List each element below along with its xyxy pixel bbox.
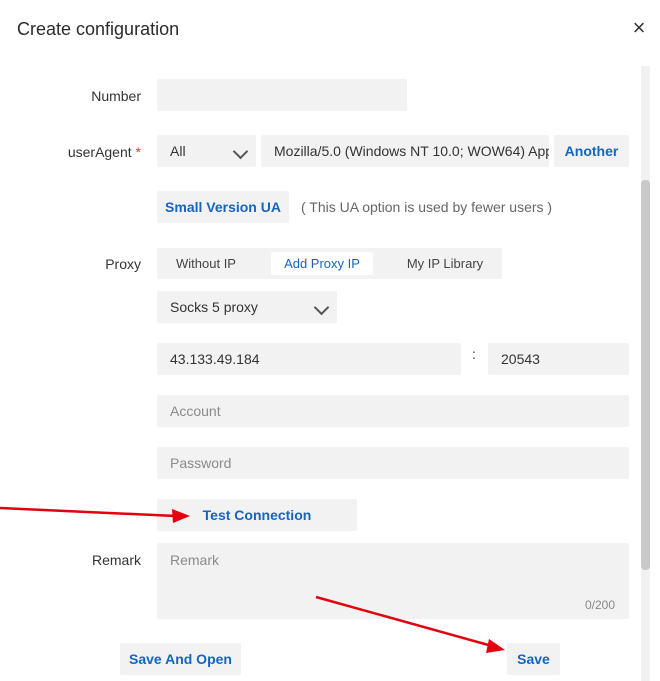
annotation-arrows: [0, 506, 505, 653]
annotation-arrow-save: [315, 595, 493, 648]
arrowhead-icon: [486, 639, 505, 653]
annotation-arrow-test-connection: [0, 506, 177, 518]
arrowhead-icon: [172, 509, 190, 523]
